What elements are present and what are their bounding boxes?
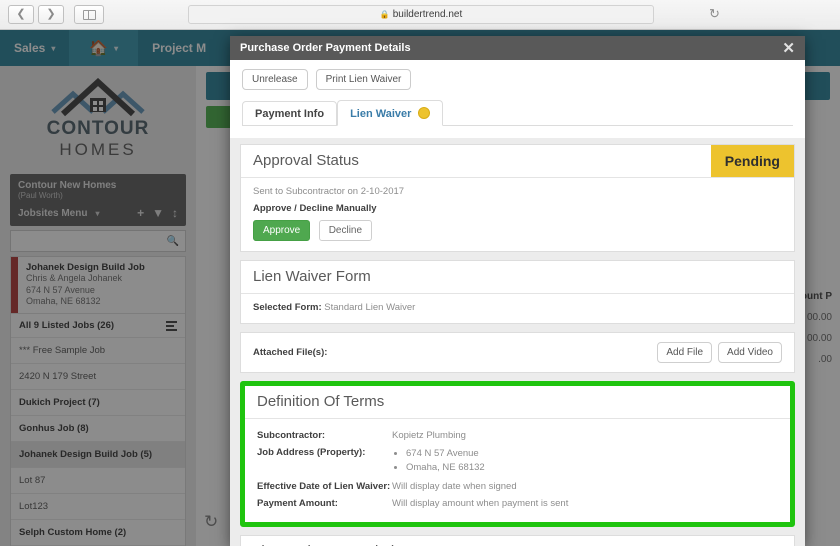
modal-body: Unrelease Print Lien Waiver Payment Info…	[230, 60, 805, 546]
term-value-bullets: 674 N 57 Avenue Omaha, NE 68132	[392, 444, 778, 478]
close-icon[interactable]: ✕	[782, 41, 795, 56]
selected-form-value: Standard Lien Waiver	[324, 302, 416, 313]
approval-buttons: Approve Decline	[253, 220, 782, 241]
term-key: Effective Date of Lien Waiver:	[257, 480, 391, 492]
sidebar-icon	[82, 9, 96, 20]
term-key: Payment Amount:	[257, 497, 338, 509]
table-row: Payment Amount: Will display amount when…	[257, 495, 778, 512]
lien-waiver-form-header: Lien Waiver Form	[241, 261, 794, 294]
print-lien-waiver-button[interactable]: Print Lien Waiver	[315, 69, 412, 90]
terms-table: Subcontractor: Kopietz Plumbing Job Addr…	[257, 427, 778, 512]
lien-waiver-description-title: Lien Waiver Description	[241, 536, 423, 546]
tab-payment-info[interactable]: Payment Info	[242, 101, 338, 126]
table-row: Job Address (Property): 674 N 57 Avenue …	[257, 444, 778, 478]
definition-of-terms-header: Definition Of Terms	[245, 386, 790, 419]
forward-button[interactable]: ❯	[38, 5, 64, 24]
selected-form-label: Selected Form:	[253, 302, 322, 313]
unrelease-button[interactable]: Unrelease	[242, 69, 308, 90]
attachments-card: Attached File(s): Add File Add Video	[240, 332, 795, 373]
approval-status-header: Approval Status Pending	[241, 145, 794, 178]
term-key: Job Address (Property):	[257, 447, 366, 458]
modal-title: Purchase Order Payment Details	[240, 42, 411, 54]
job-address-list: 674 N 57 Avenue Omaha, NE 68132	[392, 447, 778, 475]
attachment-buttons: Add File Add Video	[657, 342, 782, 363]
modal-action-buttons: Unrelease Print Lien Waiver	[230, 60, 805, 90]
status-badge: Pending	[710, 145, 794, 177]
nav-buttons: ❮ ❯	[8, 5, 64, 24]
attached-files-label: Attached File(s):	[253, 347, 328, 358]
sent-to-subcontractor-text: Sent to Subcontractor on 2-10-2017	[253, 186, 405, 197]
browser-toolbar: ❮ ❯ Ⓜ 🔒 buildertrend.net ↻	[0, 0, 840, 30]
back-button[interactable]: ❮	[8, 5, 34, 24]
approval-status-card: Approval Status Pending Sent to Subcontr…	[240, 144, 795, 252]
approve-decline-manually-label: Approve / Decline Manually	[253, 203, 377, 214]
screen: ❮ ❯ Ⓜ 🔒 buildertrend.net ↻ Sales ▾ 🏠 ▾ P…	[0, 0, 840, 546]
add-file-button[interactable]: Add File	[657, 342, 713, 363]
url-text: buildertrend.net	[392, 9, 463, 20]
lien-waiver-form-card: Lien Waiver Form Selected Form: Standard…	[240, 260, 795, 324]
list-item: Omaha, NE 68132	[406, 461, 778, 475]
table-row: Subcontractor: Kopietz Plumbing	[257, 427, 778, 444]
term-value: Kopietz Plumbing	[392, 430, 466, 441]
term-value: Will display amount when payment is sent	[392, 497, 569, 509]
approval-status-body: Sent to Subcontractor on 2-10-2017 Appro…	[241, 178, 794, 251]
purchase-order-payment-modal: Purchase Order Payment Details ✕ Unrelea…	[230, 36, 805, 546]
definition-of-terms-card: Definition Of Terms Subcontractor: Kopie…	[245, 386, 790, 522]
lien-waiver-description-card: Lien Waiver Description For and in consi…	[240, 534, 795, 546]
modal-scroll-area[interactable]: Approval Status Pending Sent to Subcontr…	[230, 138, 805, 546]
tab-payment-info-label: Payment Info	[255, 108, 325, 120]
lock-icon: 🔒	[379, 10, 390, 19]
term-key: Subcontractor:	[257, 430, 326, 441]
term-value: Will display date when signed	[392, 480, 517, 492]
approval-status-title: Approval Status	[253, 152, 359, 169]
tab-badge-icon	[418, 107, 431, 119]
definition-of-terms-highlight: Definition Of Terms Subcontractor: Kopie…	[240, 381, 795, 527]
modal-tabs: Payment Info Lien Waiver	[242, 99, 793, 126]
definition-of-terms-title: Definition Of Terms	[257, 393, 385, 410]
reload-icon[interactable]: ↻	[709, 6, 720, 22]
lien-waiver-description-header: Lien Waiver Description	[241, 536, 794, 546]
lien-waiver-form-body: Selected Form: Standard Lien Waiver	[241, 294, 794, 323]
decline-button[interactable]: Decline	[318, 220, 373, 241]
add-video-button[interactable]: Add Video	[718, 342, 782, 363]
approve-button[interactable]: Approve	[253, 220, 311, 241]
definition-of-terms-body: Subcontractor: Kopietz Plumbing Job Addr…	[245, 419, 790, 522]
sidebar-toggle-button[interactable]	[74, 5, 104, 24]
table-row: Effective Date of Lien Waiver: Will disp…	[257, 478, 778, 495]
tab-lien-waiver[interactable]: Lien Waiver	[337, 100, 444, 126]
address-bar[interactable]: 🔒 buildertrend.net	[188, 5, 654, 24]
tab-lien-waiver-label: Lien Waiver	[350, 108, 412, 120]
attachments-row: Attached File(s): Add File Add Video	[241, 333, 794, 372]
lien-waiver-form-title: Lien Waiver Form	[253, 268, 371, 285]
modal-title-bar: Purchase Order Payment Details ✕	[230, 36, 805, 60]
list-item: 674 N 57 Avenue	[406, 447, 778, 461]
